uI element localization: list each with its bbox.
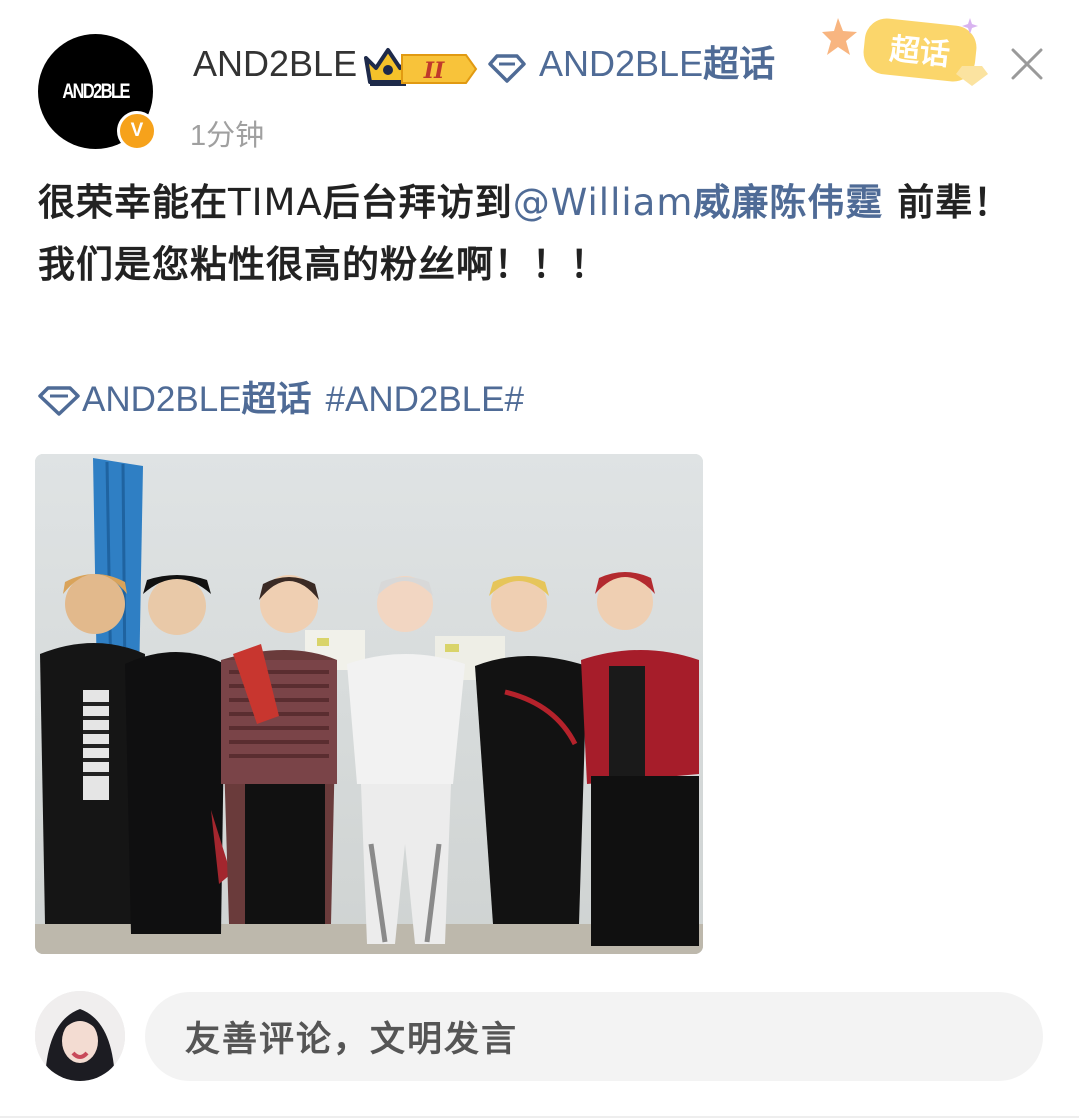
- post-timestamp: 1分钟: [190, 120, 265, 152]
- post-text-segment: 前辈！: [883, 181, 1012, 224]
- mention-name: 威廉陈伟霆: [693, 181, 884, 224]
- supertopic-tag-name: AND2BLE: [82, 380, 242, 419]
- supertopic-link[interactable]: AND2BLE超话: [539, 42, 775, 86]
- divider: [0, 1116, 1079, 1118]
- supertopic-tag-link[interactable]: AND2BLE 超话: [38, 374, 312, 426]
- supertopic-name: AND2BLE: [539, 43, 704, 84]
- current-user-avatar[interactable]: [35, 991, 125, 1081]
- post-text-segment: 很荣幸能在: [38, 181, 228, 224]
- post-text-segment: 后台拜访到: [322, 181, 513, 224]
- author-name[interactable]: AND2BLE: [193, 42, 357, 86]
- avatar-logo-text: AND2BLE: [62, 79, 130, 103]
- group-photo-image: [35, 454, 703, 954]
- user-avatar-image: [35, 991, 125, 1081]
- post-photo[interactable]: [35, 454, 703, 954]
- post-tags: AND2BLE 超话 #AND2BLE#: [38, 374, 524, 426]
- user-mention-link[interactable]: @William威廉陈伟霆: [513, 181, 884, 224]
- mention-handle: @William: [512, 181, 694, 224]
- rank-badge: II: [401, 54, 478, 84]
- rank-badge-label: II: [423, 58, 445, 84]
- verified-badge: V: [117, 111, 157, 151]
- supertopic-suffix: 超话: [703, 43, 776, 84]
- verified-badge-label: V: [130, 120, 144, 141]
- supertopic-sticker[interactable]: 超话: [822, 14, 992, 96]
- comment-input[interactable]: 友善评论，文明发言: [145, 992, 1043, 1081]
- comment-placeholder: 友善评论，文明发言: [185, 1020, 519, 1060]
- sticker-label: 超话: [888, 32, 951, 73]
- post-text-line: 我们是您粘性很高的粉丝啊！！！: [38, 243, 608, 286]
- diamond-icon: [488, 54, 526, 83]
- post-body: 很荣幸能在TIMA后台拜访到@William威廉陈伟霆 前辈！ 我们是您粘性很高…: [38, 172, 1048, 296]
- hashtag-link[interactable]: #AND2BLE#: [326, 374, 524, 426]
- post-text-latin: TIMA: [228, 181, 323, 224]
- diamond-icon: [38, 386, 80, 416]
- close-icon[interactable]: [1009, 46, 1045, 82]
- supertopic-tag-suffix: 超话: [241, 380, 312, 419]
